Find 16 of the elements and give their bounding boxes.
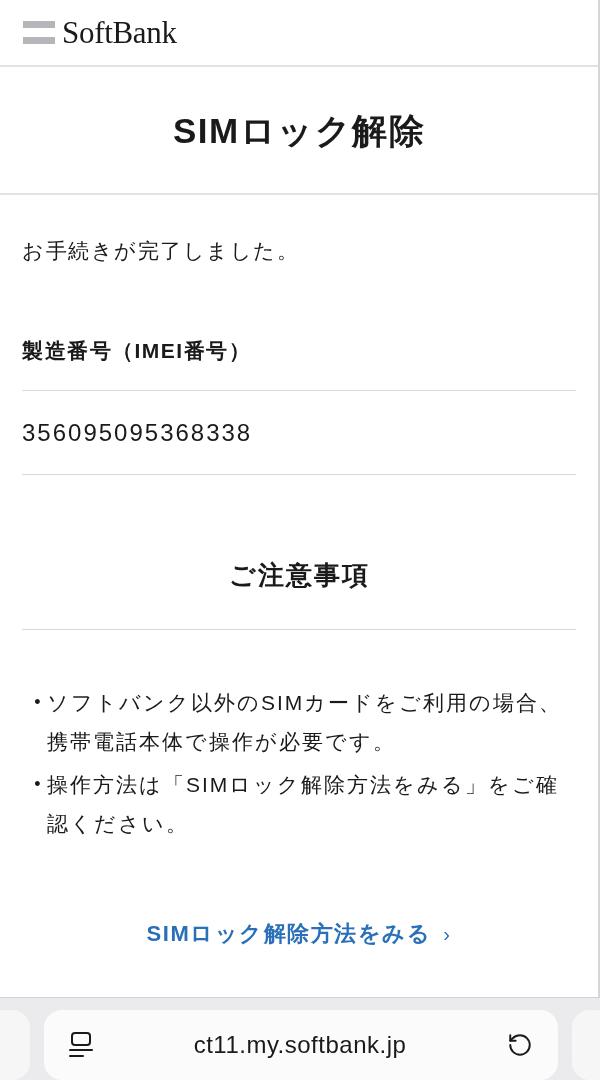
bullet-marker: • [33,773,42,796]
logo-text: SoftBank [62,17,177,48]
url-text: ct11.my.softbank.jp [193,1033,407,1057]
reload-icon[interactable] [507,1032,533,1058]
note-text: 操作方法は「SIMロック解除方法をみる」をご確認ください。 [47,772,561,837]
page-title: SIMロック解除 [172,112,426,148]
note-text: ソフトバンク以外のSIMカードをご利用の場合、携帯電話本体で操作が必要です。 [47,690,564,755]
bullet-marker: • [33,691,42,714]
address-bar[interactable]: ct11.my.softbank.jp [44,1010,558,1080]
notes-heading: ご注意事項 [228,559,370,592]
unlock-method-link[interactable]: SIMロック解除方法をみる › [146,919,452,949]
page-menu-icon[interactable] [69,1032,93,1058]
imei-label: 製造番号（IMEI番号） [22,339,252,362]
completion-message: お手続きが完了しました。 [22,238,299,264]
imei-value: 356095095368338 [22,418,253,447]
logo-bars-icon [23,21,55,44]
